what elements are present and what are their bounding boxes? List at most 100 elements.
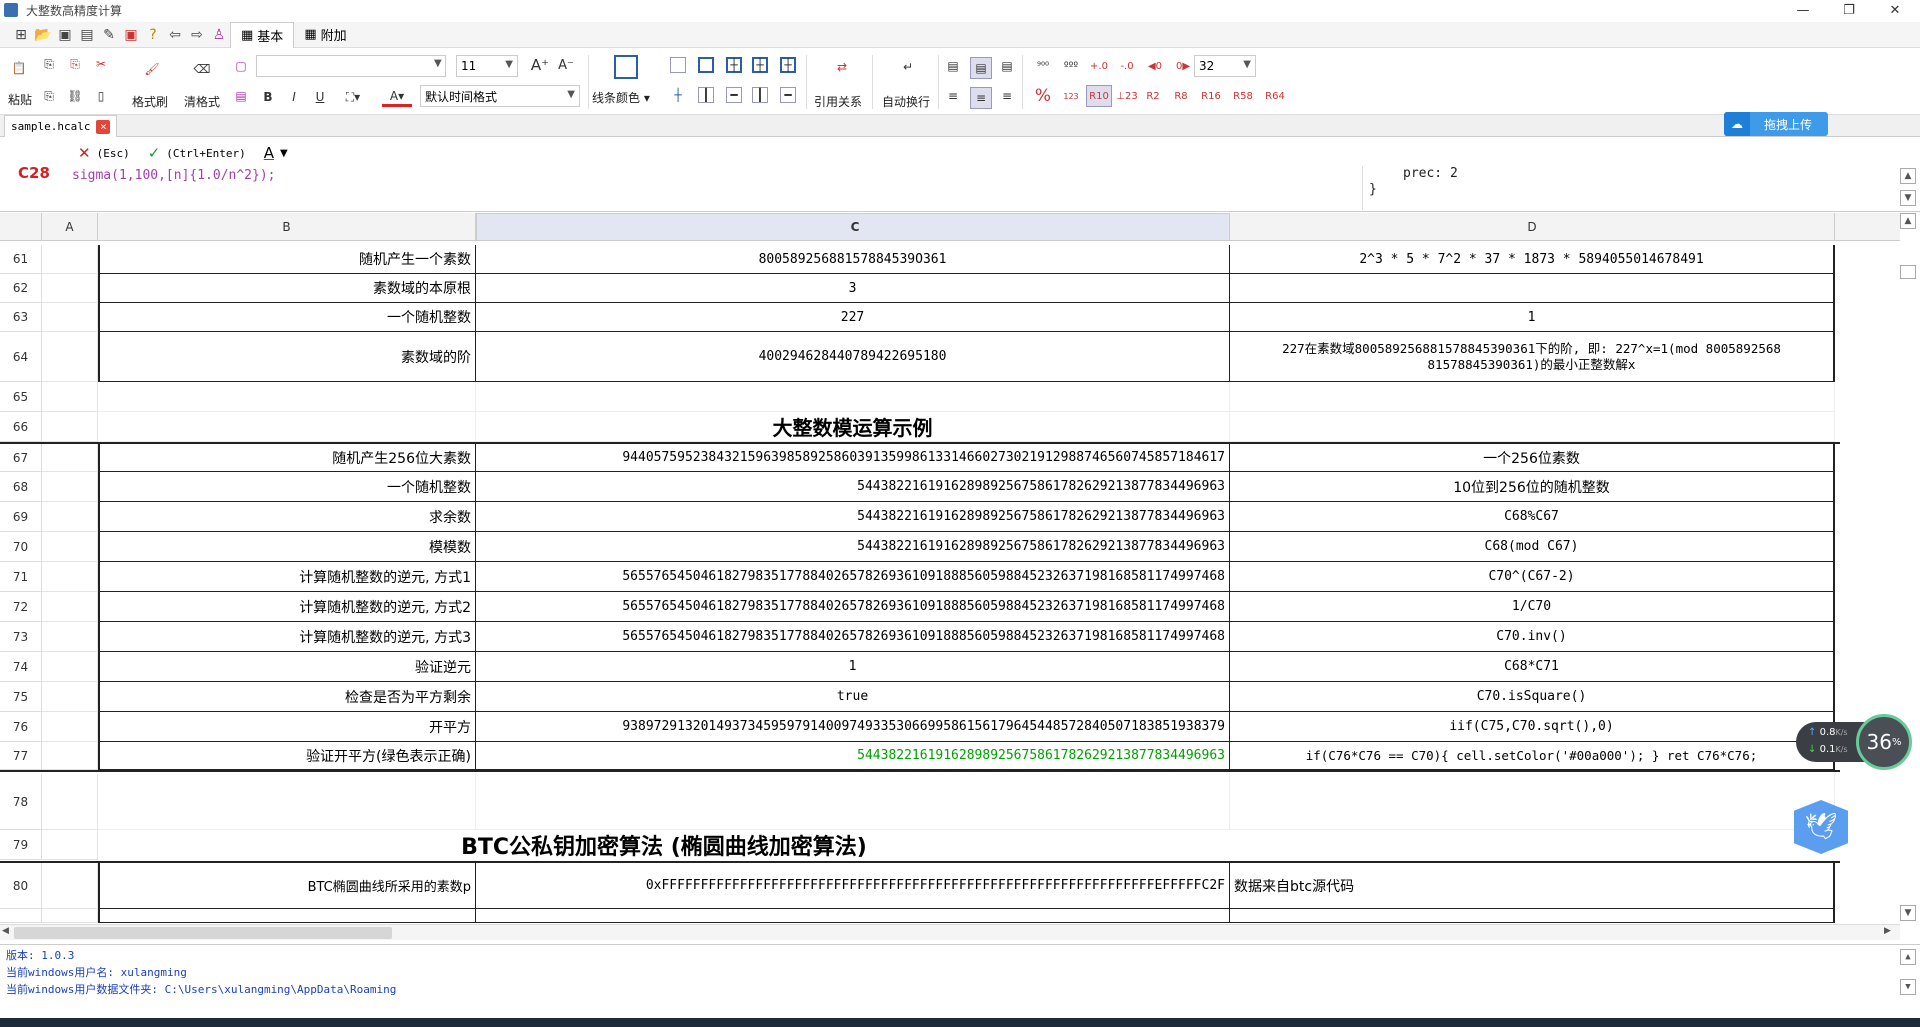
formula-input[interactable]: sigma(1,100,[n]{1.0/n^2}); [72, 168, 276, 183]
row-number[interactable]: 73 [0, 622, 42, 652]
horizontal-scrollbar[interactable]: ◀ ▶ [0, 924, 1900, 940]
format-painter-button[interactable]: 格式刷 [132, 93, 168, 110]
format-painter-icon[interactable]: 🖌 [140, 57, 164, 81]
border-icon-9[interactable]: ┃ [752, 87, 768, 103]
row-number[interactable]: 69 [0, 502, 42, 532]
cell-c[interactable] [476, 774, 1230, 830]
cell-style-icon[interactable]: ▤ [232, 87, 250, 105]
column-header-c[interactable]: C [476, 213, 1230, 241]
cell-c[interactable]: 5443822161916289892567586178262921387783… [476, 502, 1230, 532]
cell-b[interactable]: 随机产生256位大素数 [98, 444, 476, 472]
percent-button[interactable]: % [1034, 86, 1052, 106]
cell-a[interactable] [42, 830, 98, 860]
underline-button[interactable]: U [310, 87, 330, 107]
options-editor[interactable]: prec: 2 } [1362, 166, 1894, 210]
upload-button[interactable]: ☁ 拖拽上传 [1724, 112, 1828, 136]
cell-d[interactable]: 1 [1230, 303, 1835, 332]
scroll-up-icon[interactable]: ▲ [1900, 168, 1916, 184]
fill-color-icon[interactable]: ⛶▾ [340, 87, 366, 107]
column-header-d[interactable]: D [1230, 213, 1835, 241]
italic-button[interactable]: I [284, 87, 304, 107]
border-icon-10[interactable]: ━ [780, 87, 796, 103]
digits-icon-2[interactable]: ººº [1060, 57, 1082, 75]
cell-d[interactable] [1230, 909, 1835, 923]
tab-extra[interactable]: ▦ 附加 [294, 22, 356, 48]
cell-d[interactable]: 1/C70 [1230, 592, 1835, 622]
save-as-icon[interactable]: ▤ [76, 24, 98, 46]
cell-d[interactable] [1230, 382, 1835, 412]
column-header-b[interactable]: B [98, 213, 476, 241]
digits-icon-1[interactable]: ⁹⁰⁰ [1032, 57, 1054, 75]
border-icon-8[interactable]: ━ [726, 87, 742, 103]
cell-b[interactable]: 模模数 [98, 532, 476, 562]
border-icon-7[interactable]: ┃ [698, 87, 714, 103]
cell-a[interactable] [42, 472, 98, 502]
align-center-icon[interactable]: ≡ [970, 87, 992, 109]
cell-c[interactable]: 0xFFFFFFFFFFFFFFFFFFFFFFFFFFFFFFFFFFFFFF… [476, 863, 1230, 909]
close-button[interactable]: ✕ [1872, 0, 1918, 20]
scroll-up-icon[interactable]: ▲ [1900, 949, 1916, 965]
align-left-icon[interactable]: ≡ [944, 87, 962, 105]
cell-a[interactable] [42, 412, 98, 442]
cell-b[interactable]: 一个随机整数 [98, 472, 476, 502]
cell-b[interactable] [98, 909, 476, 923]
open-file-icon[interactable]: 📂 [32, 24, 54, 46]
cell-c-verified[interactable]: 5443822161916289892567586178262921387783… [476, 742, 1230, 770]
row-number[interactable]: 62 [0, 274, 42, 303]
radix-10-button[interactable]: R10 [1086, 85, 1112, 107]
row-number[interactable]: 80 [0, 863, 42, 909]
cell-a[interactable] [42, 502, 98, 532]
cut-doc-icon[interactable]: ⎘ [66, 55, 84, 73]
cell-a[interactable] [42, 909, 98, 923]
minimize-button[interactable]: — [1780, 0, 1826, 20]
cell-b[interactable]: 素数域的阶 [98, 332, 476, 382]
cell-d[interactable]: C70.inv() [1230, 622, 1835, 652]
cell-a[interactable] [42, 303, 98, 332]
align-middle-icon[interactable]: ▤ [970, 57, 992, 79]
cell-a[interactable] [42, 444, 98, 472]
row-number[interactable]: 77 [0, 742, 42, 770]
ref-relation-button[interactable]: 引用关系 [814, 93, 862, 110]
bold-button[interactable]: B [258, 87, 278, 107]
border-icon-1[interactable] [670, 57, 686, 73]
network-speed-widget[interactable]: ↑ 0.8K/s ↓ 0.1K/s 36% [1796, 714, 1916, 770]
border-icon-3[interactable]: ┼ [726, 57, 742, 73]
border-icon-2[interactable] [698, 57, 714, 73]
scroll-left-icon[interactable]: ◀ [2, 926, 9, 936]
cell-a[interactable] [42, 245, 98, 274]
shift-left-icon[interactable]: ◀0 [1144, 57, 1166, 75]
cell-d[interactable]: iif(C75,C70.sqrt(),0) [1230, 712, 1835, 742]
row-number[interactable]: 61 [0, 245, 42, 274]
cell-b[interactable]: 开平方 [98, 712, 476, 742]
reference-relation-icon[interactable]: ⇄ [830, 55, 854, 79]
cell-d[interactable]: C68(mod C67) [1230, 532, 1835, 562]
scroll-down-icon[interactable]: ▼ [1900, 905, 1916, 921]
cell-b[interactable]: 随机产生一个素数 [98, 245, 476, 274]
cell-d[interactable]: C68*C71 [1230, 652, 1835, 682]
font-color-button[interactable]: A ▾ [382, 87, 412, 107]
copy-format-icon[interactable]: ⎘ [40, 87, 58, 105]
border-icon-6[interactable]: ┼ [670, 87, 686, 103]
align-top-icon[interactable]: ▤ [944, 57, 962, 75]
line-color-button[interactable]: 线条颜色 ▾ [592, 89, 650, 106]
precision-select[interactable]: 32 ▼ [1194, 55, 1256, 77]
help-icon[interactable]: ? [142, 24, 164, 46]
file-tab[interactable]: sample.hcalc × [4, 115, 118, 137]
row-number[interactable]: 67 [0, 444, 42, 472]
section-title[interactable]: 大整数模运算示例 [476, 412, 1230, 442]
cell-a[interactable] [42, 742, 98, 770]
tab-basic[interactable]: ▦ 基本 [230, 21, 295, 48]
cell-c[interactable]: 3 [476, 274, 1230, 303]
row-number[interactable]: 71 [0, 562, 42, 592]
undo-icon[interactable]: ⇦ [164, 24, 186, 46]
document-icon[interactable]: ▯ [92, 87, 110, 105]
cell-b[interactable]: 素数域的本原根 [98, 274, 476, 303]
cell-c[interactable]: 5655765450461827983517788402657826936109… [476, 592, 1230, 622]
scroll-right-icon[interactable]: ▶ [1884, 926, 1891, 936]
cell-a[interactable] [42, 863, 98, 909]
border-icon-5[interactable]: ┼ [780, 57, 796, 73]
time-format-select[interactable]: 默认时间格式 ▼ [420, 85, 580, 107]
row-number[interactable]: 72 [0, 592, 42, 622]
cell-d[interactable] [1230, 274, 1835, 303]
cell-c[interactable]: 227 [476, 303, 1230, 332]
